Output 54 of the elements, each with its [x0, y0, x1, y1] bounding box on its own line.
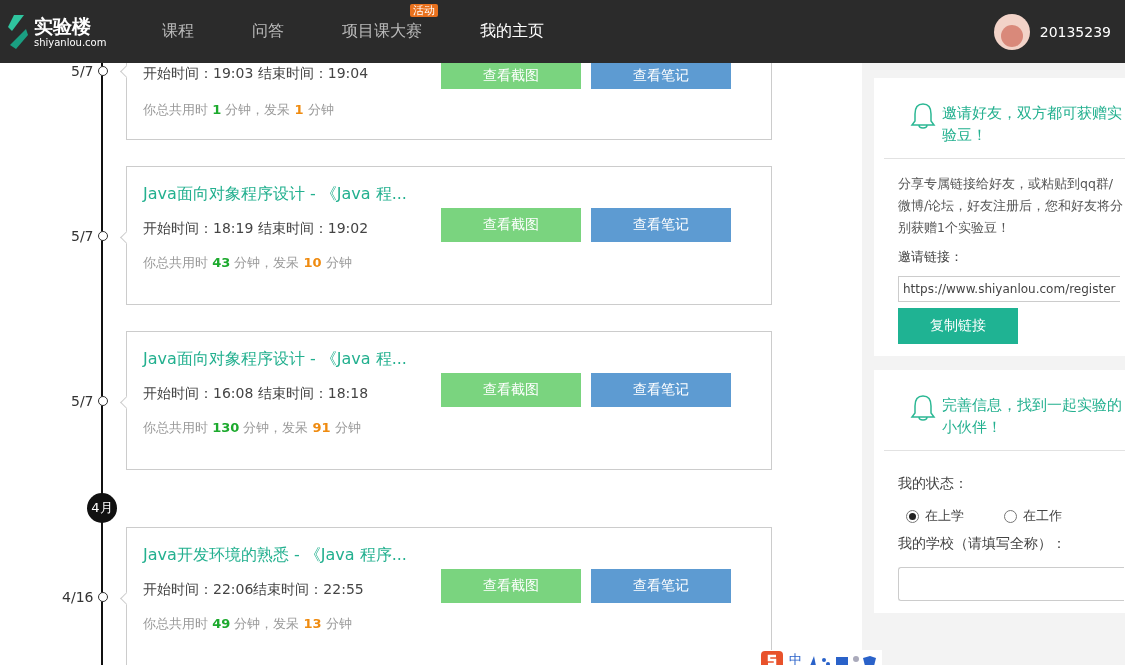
bell-icon: [910, 394, 936, 424]
notes-button[interactable]: 查看笔记: [591, 569, 731, 603]
status-radio[interactable]: 在工作: [1004, 507, 1062, 525]
ime-mode[interactable]: 中: [789, 651, 802, 665]
ime-tools-icon[interactable]: [808, 654, 878, 665]
panel-title: 完善信息，找到一起实验的小伙伴！: [942, 395, 1123, 438]
logo-domain[interactable]: shiyanlou.com: [34, 36, 107, 49]
notes-button[interactable]: 查看笔记: [591, 373, 731, 407]
screenshots-button[interactable]: 查看截图: [441, 569, 581, 603]
bell-icon: [910, 102, 936, 132]
panel-title: 邀请好友，双方都可获赠实验豆！: [942, 103, 1123, 146]
status-radio[interactable]: 在上学: [906, 507, 964, 525]
nav-link[interactable]: 我的主页: [480, 21, 544, 40]
screenshots-button[interactable]: 查看截图: [441, 63, 581, 89]
field-label: 我的学校（请填写全称）：: [898, 535, 1067, 553]
session-stats: 你总共用时 130 分钟，发呆 91 分钟: [143, 419, 362, 437]
nav-link[interactable]: 问答: [252, 21, 284, 40]
session-time: 开始时间：22:06结束时间：22:55: [143, 581, 364, 599]
school-field[interactable]: [898, 567, 1124, 601]
timeline-node-icon: [97, 592, 108, 602]
session-stats: 你总共用时 43 分钟，发呆 10 分钟: [143, 254, 353, 272]
timeline-node-icon: [97, 66, 108, 76]
session-stats: 你总共用时 49 分钟，发呆 13 分钟: [143, 615, 353, 633]
invite-description: 分享专属链接给好友，或粘贴到qq群/微博/论坛，好友注册后，您和好友将分别获赠1个实验豆！: [898, 175, 1124, 237]
invite-link-field[interactable]: https://www.shiyanlou.com/register: [898, 276, 1120, 302]
nav-link[interactable]: 项目课大赛: [342, 21, 422, 40]
session-time: 开始时间：16:08 结束时间：18:18: [143, 385, 369, 403]
username[interactable]: 20135239: [1039, 23, 1111, 40]
avatar[interactable]: [993, 13, 1030, 50]
session-time: 开始时间：19:03 结束时间：19:04: [143, 65, 369, 83]
entry-date: 5/7: [70, 63, 94, 79]
course-title[interactable]: Java开发环境的熟悉 - 《Java 程序...: [143, 543, 755, 567]
field-label: 我的状态：: [898, 475, 969, 493]
logo-icon[interactable]: [6, 14, 28, 49]
course-title[interactable]: Java面向对象程序设计 - 《Java 程...: [143, 182, 755, 206]
event-badge: 活动: [410, 4, 438, 17]
timeline-node-icon: [97, 231, 108, 241]
notes-button[interactable]: 查看笔记: [591, 63, 731, 89]
screenshots-button[interactable]: 查看截图: [441, 373, 581, 407]
logo-name[interactable]: 实验楼: [34, 14, 107, 37]
month-marker: 4月: [87, 493, 117, 523]
entry-date: 5/7: [70, 228, 94, 244]
course-title[interactable]: Java面向对象程序设计 - 《Java 程...: [143, 347, 755, 371]
session-stats: 你总共用时 1 分钟，发呆 1 分钟: [143, 101, 335, 119]
timeline-node-icon: [97, 396, 108, 406]
copy-link-button[interactable]: 复制链接: [898, 308, 1018, 344]
entry-date: 5/7: [70, 393, 94, 409]
session-time: 开始时间：18:19 结束时间：19:02: [143, 220, 369, 238]
ime-logo-icon[interactable]: [761, 651, 783, 665]
nav-link[interactable]: 课程: [162, 21, 194, 40]
field-label: 邀请链接：: [898, 249, 964, 266]
screenshots-button[interactable]: 查看截图: [441, 208, 581, 242]
entry-date: 4/16: [62, 589, 94, 605]
notes-button[interactable]: 查看笔记: [591, 208, 731, 242]
